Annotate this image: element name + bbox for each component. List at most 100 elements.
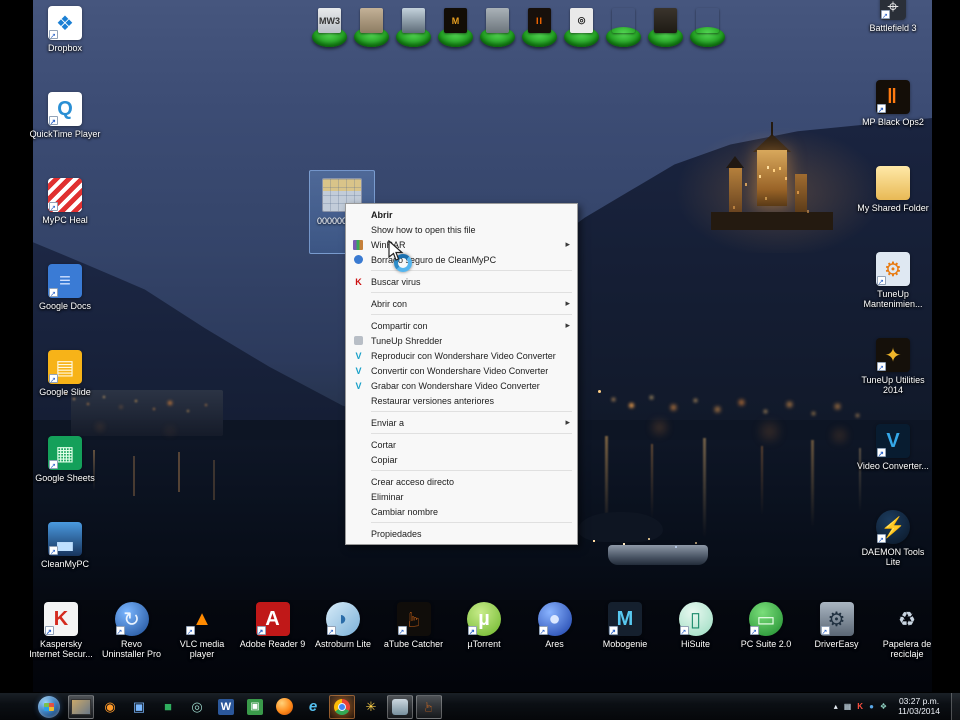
menu-item-label: Compartir con xyxy=(371,320,428,331)
taskbar-app-button[interactable]: ✳ xyxy=(358,695,384,719)
desktop-icon[interactable]: M Mobogenie xyxy=(592,602,658,659)
desktop-icon[interactable]: ≡ Google Docs xyxy=(27,264,103,350)
menu-item-icon xyxy=(350,476,367,488)
taskbar-app-button[interactable]: ☞ xyxy=(416,694,442,719)
context-menu-item[interactable]: Restaurar versiones anteriores xyxy=(347,393,576,408)
app-icon: ⚙ xyxy=(876,252,910,286)
desktop-icon[interactable]: ◗ Astroburn Lite xyxy=(310,602,376,659)
game-shortcut-icon[interactable]: II xyxy=(521,7,558,49)
taskbar-app-icon xyxy=(392,698,408,715)
desktop-icon[interactable]: V Video Converter... xyxy=(855,424,931,510)
context-menu-item[interactable]: Eliminar xyxy=(347,489,576,504)
app-icon-glyph: ↻ xyxy=(123,608,140,631)
desktop-icon[interactable]: ⚡ DAEMON Tools Lite xyxy=(855,510,931,596)
game-chip-row: MW3 M II ◎ xyxy=(311,7,726,49)
tray-icon[interactable]: ▴ xyxy=(834,702,838,711)
desktop-icon[interactable]: My Shared Folder xyxy=(855,166,931,252)
menu-separator xyxy=(371,314,572,315)
desktop-icon[interactable]: MyPC Heal xyxy=(27,178,103,264)
desktop-icon[interactable]: ⌖ Battlefield 3 xyxy=(855,0,931,80)
context-menu-item[interactable]: Cambiar nombre xyxy=(347,504,576,519)
game-shortcut-icon[interactable] xyxy=(395,7,432,49)
taskbar-app-button[interactable] xyxy=(387,694,413,719)
desktop-icon[interactable]: ⚙ TuneUp Mantenimien... xyxy=(855,252,931,338)
context-menu-item[interactable]: V Grabar con Wondershare Video Converter xyxy=(347,378,576,393)
tray-icon[interactable]: ● xyxy=(869,702,874,711)
desktop-icon[interactable]: ♻ Papelera de reciclaje xyxy=(874,602,940,660)
menu-item-icon xyxy=(350,320,367,332)
game-shortcut-icon[interactable]: M xyxy=(437,7,474,49)
desktop-icon[interactable]: µ µTorrent xyxy=(451,602,517,659)
game-shortcut-icon[interactable]: ◎ xyxy=(563,7,600,49)
app-icon-glyph: µ xyxy=(478,607,490,630)
desktop-icon[interactable]: ▲ VLC media player xyxy=(169,602,235,660)
context-menu-item[interactable]: K Buscar virus xyxy=(347,274,576,289)
game-shortcut-icon[interactable] xyxy=(647,7,684,49)
context-menu-item[interactable]: V Convertir con Wondershare Video Conver… xyxy=(347,363,576,378)
app-icon-glyph: ⚙ xyxy=(884,258,902,281)
desktop-icon[interactable]: ▃ CleanMyPC xyxy=(27,522,103,608)
menu-item-icon xyxy=(350,224,367,236)
desktop-icon-label: TuneUp Mantenimien... xyxy=(863,289,923,309)
context-menu-item[interactable]: Propiedades xyxy=(347,526,576,541)
desktop-icon[interactable]: ↻ Revo Uninstaller Pro xyxy=(99,602,165,659)
desktop-icon[interactable]: ▤ Google Slide xyxy=(27,350,103,436)
desktop-icon[interactable]: ● Ares xyxy=(522,602,588,659)
context-menu-item[interactable]: Borrado seguro de CleanMyPC xyxy=(347,252,576,267)
taskbar-app-button[interactable]: ▣ xyxy=(126,695,152,719)
tray-icon[interactable]: ▦ xyxy=(844,702,852,711)
submenu-arrow-icon xyxy=(565,298,570,309)
desktop-icon-label: Astroburn Lite xyxy=(314,639,372,649)
desktop-icon[interactable]: ▭ PC Suite 2.0 xyxy=(733,602,799,659)
submenu-arrow-icon xyxy=(565,417,570,428)
context-menu-item[interactable]: WinRAR xyxy=(347,237,576,252)
context-menu-item[interactable]: V Reproducir con Wondershare Video Conve… xyxy=(347,348,576,363)
context-menu-item[interactable]: Compartir con xyxy=(347,318,576,333)
tray-icon[interactable]: K xyxy=(857,702,863,711)
game-shortcut-icon[interactable] xyxy=(605,7,642,49)
context-menu-item[interactable]: Show how to open this file xyxy=(347,222,576,237)
context-menu-item[interactable]: Copiar xyxy=(347,452,576,467)
taskbar-app-button[interactable]: ▣ xyxy=(242,695,268,719)
show-desktop-button[interactable] xyxy=(951,693,960,720)
context-menu-item[interactable]: Cortar xyxy=(347,437,576,452)
desktop-icon[interactable]: Q QuickTime Player xyxy=(27,92,103,178)
game-shortcut-icon[interactable]: MW3 xyxy=(311,7,348,49)
game-shortcut-icon[interactable] xyxy=(353,7,390,49)
chip-emblem-icon: M xyxy=(444,8,467,33)
taskbar-app-icon xyxy=(275,698,293,715)
desktop-icon[interactable]: A Adobe Reader 9 xyxy=(240,602,306,659)
desktop-icon[interactable]: ✦ TuneUp Utilities 2014 xyxy=(855,338,931,424)
desktop-icon[interactable]: ⚙ DriverEasy xyxy=(804,602,870,659)
start-button[interactable] xyxy=(38,695,60,718)
desktop-icon[interactable]: ❖ Dropbox xyxy=(27,6,103,92)
taskbar-app-button[interactable]: ◎ xyxy=(184,695,210,719)
taskbar-app-button[interactable] xyxy=(329,694,355,719)
context-menu-item[interactable]: TuneUp Shredder xyxy=(347,333,576,348)
desktop-icon[interactable]: ☞ aTube Catcher xyxy=(381,602,447,659)
desktop-icon[interactable]: ▦ Google Sheets xyxy=(27,436,103,522)
menu-item-label: Abrir xyxy=(371,209,393,220)
taskbar-app-button[interactable]: ◉ xyxy=(97,695,123,719)
desktop-icon[interactable]: ▯ HiSuite xyxy=(663,602,729,659)
taskbar-app-button[interactable]: e xyxy=(300,695,326,719)
desktop-icon[interactable]: K Kaspersky Internet Secur... xyxy=(28,602,94,659)
app-icon-glyph: ▦ xyxy=(55,442,75,465)
taskbar-app-button[interactable] xyxy=(68,694,94,719)
tray-icon[interactable]: ❖ xyxy=(880,702,887,711)
taskbar-app-button[interactable] xyxy=(271,695,297,719)
game-shortcut-icon[interactable] xyxy=(479,7,516,49)
taskbar-clock[interactable]: 03:27 p.m. 11/03/2014 xyxy=(898,696,940,716)
desktop-icon[interactable]: ‖ MP Black Ops2 xyxy=(855,80,931,166)
taskbar-app-icon: ▣ xyxy=(247,698,263,715)
context-menu-item[interactable]: Abrir xyxy=(347,207,576,222)
taskbar-app-button[interactable]: W xyxy=(213,695,239,719)
context-menu-item[interactable]: Crear acceso directo xyxy=(347,474,576,489)
submenu-arrow-icon xyxy=(565,239,570,250)
game-shortcut-icon[interactable] xyxy=(689,7,726,49)
taskbar-app-button[interactable]: ■ xyxy=(155,695,181,719)
context-menu-item[interactable]: Enviar a xyxy=(347,415,576,430)
chip-emblem-icon: II xyxy=(528,8,551,33)
context-menu: Abrir Show how to open this file WinRAR … xyxy=(345,203,578,545)
context-menu-item[interactable]: Abrir con xyxy=(347,296,576,311)
